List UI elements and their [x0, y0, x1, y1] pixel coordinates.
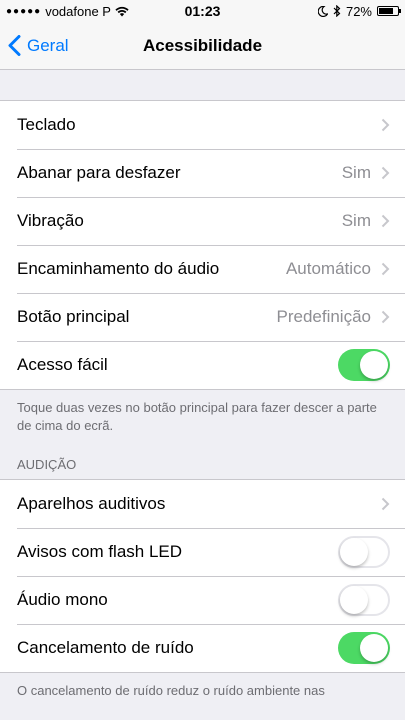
row-aparelhos-auditivos[interactable]: Aparelhos auditivos — [0, 480, 405, 528]
row-label: Áudio mono — [17, 590, 108, 609]
row-vibracao[interactable]: Vibração Sim — [0, 197, 405, 245]
status-left: ●●●●● vodafone P — [6, 4, 129, 19]
section-header-audicao: AUDIÇÃO — [17, 457, 77, 472]
back-button[interactable]: Geral — [0, 35, 69, 56]
row-abanar-para-desfazer[interactable]: Abanar para desfazer Sim — [0, 149, 405, 197]
acesso-facil-footer: Toque duas vezes no botão principal para… — [17, 400, 377, 433]
row-label: Avisos com flash LED — [17, 542, 183, 561]
acesso-facil-toggle[interactable] — [338, 349, 390, 381]
row-label: Cancelamento de ruído — [17, 638, 194, 657]
row-value: Automático — [285, 259, 371, 278]
general-settings-group: Teclado Abanar para desfazer Sim Vibraçã… — [0, 100, 405, 390]
row-value: Sim — [341, 211, 371, 230]
row-audio-mono: Áudio mono — [0, 576, 405, 624]
bluetooth-icon — [333, 5, 341, 17]
toggle-knob — [340, 586, 368, 614]
row-label: Teclado — [17, 115, 76, 134]
row-cancelamento-de-ruido: Cancelamento de ruído — [0, 624, 405, 672]
audio-mono-toggle[interactable] — [338, 584, 390, 616]
toggle-knob — [360, 634, 388, 662]
row-teclado[interactable]: Teclado — [0, 101, 405, 149]
chevron-right-icon — [381, 262, 390, 276]
row-label: Aparelhos auditivos — [17, 494, 166, 513]
back-label: Geral — [27, 35, 69, 55]
carrier-name: vodafone P — [45, 3, 111, 19]
toggle-knob — [360, 351, 388, 379]
hearing-settings-group: Aparelhos auditivos Avisos com flash LED… — [0, 479, 405, 673]
row-value: Sim — [341, 163, 371, 182]
chevron-right-icon — [381, 166, 390, 180]
chevron-right-icon — [381, 214, 390, 228]
row-value: Predefinição — [276, 307, 371, 326]
status-bar: ●●●●● vodafone P 01:23 72% — [0, 0, 405, 22]
battery-icon — [377, 6, 401, 16]
battery-percent: 72% — [345, 3, 372, 19]
chevron-right-icon — [381, 310, 390, 324]
navigation-bar: Geral Acessibilidade — [0, 22, 405, 70]
row-label: Abanar para desfazer — [17, 163, 181, 182]
row-label: Encaminhamento do áudio — [17, 259, 220, 278]
row-acesso-facil: Acesso fácil — [0, 341, 405, 389]
row-label: Acesso fácil — [17, 355, 108, 374]
noise-cancellation-toggle[interactable] — [338, 632, 390, 664]
chevron-right-icon — [381, 497, 390, 511]
row-label: Botão principal — [17, 307, 130, 326]
chevron-right-icon — [381, 118, 390, 132]
flash-led-toggle[interactable] — [338, 536, 390, 568]
row-avisos-com-flash-led: Avisos com flash LED — [0, 528, 405, 576]
signal-strength-icon: ●●●●● — [6, 5, 42, 17]
row-encaminhamento-do-audio[interactable]: Encaminhamento do áudio Automático — [0, 245, 405, 293]
row-label: Vibração — [17, 211, 84, 230]
row-botao-principal[interactable]: Botão principal Predefinição — [0, 293, 405, 341]
chevron-left-icon — [8, 35, 21, 56]
status-right: 72% — [317, 3, 401, 19]
noise-cancellation-footer: O cancelamento de ruído reduz o ruído am… — [17, 683, 325, 698]
wifi-icon — [115, 6, 129, 16]
toggle-knob — [340, 538, 368, 566]
moon-icon — [317, 5, 328, 17]
